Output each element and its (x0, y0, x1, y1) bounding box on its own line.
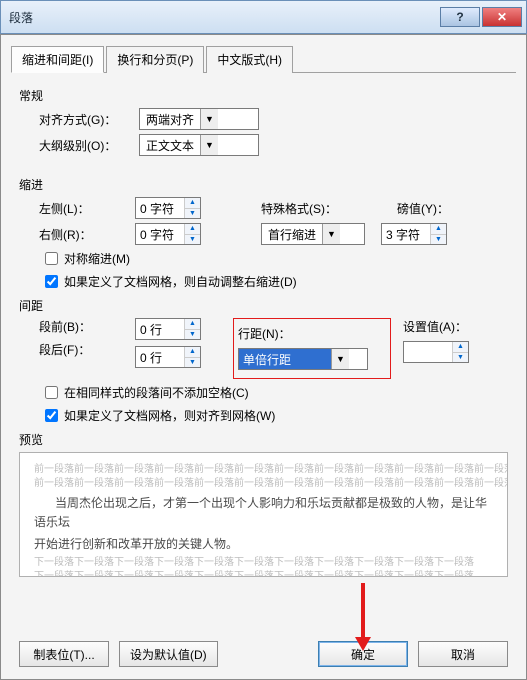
spin-up-icon[interactable]: ▲ (185, 319, 200, 330)
at-input[interactable] (404, 342, 452, 362)
group-general: 常规 (19, 87, 508, 104)
auto-adjust-checkbox[interactable] (45, 275, 58, 288)
spin-up-icon[interactable]: ▲ (185, 347, 200, 358)
close-button[interactable]: ✕ (482, 7, 522, 27)
after-spinner[interactable]: ▲▼ (135, 346, 201, 368)
mirror-indent-checkbox-row: 对称缩进(M) (41, 249, 508, 268)
before-label: 段前(B)： (39, 318, 123, 335)
spin-down-icon[interactable]: ▼ (185, 358, 200, 368)
spin-up-icon[interactable]: ▲ (185, 198, 200, 209)
spin-up-icon[interactable]: ▲ (453, 342, 468, 353)
chevron-down-icon: ▼ (200, 135, 218, 155)
titlebar: 段落 ? ✕ (0, 0, 527, 34)
spin-down-icon[interactable]: ▼ (453, 353, 468, 363)
preview-sample-line2: 开始进行创新和改革开放的关键人物。 (34, 537, 238, 551)
special-label: 特殊格式(S)： (261, 200, 361, 217)
indent-right-input[interactable] (136, 224, 184, 244)
no-space-same-style-row: 在相同样式的段落间不添加空格(C) (41, 383, 508, 402)
dialog-client: 缩进和间距(I) 换行和分页(P) 中文版式(H) 常规 对齐方式(G)： 两端… (0, 34, 527, 680)
preview-next-text: 下一段落下一段落下一段落下一段落下一段落下一段落下一段落下一段落下一段落下一段落… (34, 556, 493, 570)
chevron-down-icon: ▼ (200, 109, 218, 129)
dialog-body: 常规 对齐方式(G)： 两端对齐▼ 大纲级别(O)： 正文文本▼ 缩进 左侧(L… (1, 73, 526, 595)
at-label: 设置值(A)： (403, 318, 469, 335)
indent-left-spinner[interactable]: ▲▼ (135, 197, 201, 219)
before-input[interactable] (136, 319, 184, 339)
spin-up-icon[interactable]: ▲ (185, 224, 200, 235)
annotation-arrow-head (355, 637, 371, 651)
preview-next-text: 下一段落下一段落下一段落下一段落下一段落下一段落下一段落下一段落下一段落下一段落… (34, 570, 493, 577)
tab-line-page-breaks[interactable]: 换行和分页(P) (106, 46, 204, 73)
line-spacing-combo[interactable]: 单倍行距 ▼ (238, 348, 368, 370)
auto-adjust-checkbox-row: 如果定义了文档网格，则自动调整右缩进(D) (41, 272, 508, 291)
no-space-same-style-label: 在相同样式的段落间不添加空格(C) (64, 384, 249, 401)
group-preview: 预览 (19, 431, 508, 448)
mirror-indent-label: 对称缩进(M) (64, 250, 130, 267)
snap-grid-label: 如果定义了文档网格，则对齐到网格(W) (64, 407, 275, 424)
line-spacing-highlight: 行距(N)： 单倍行距 ▼ (233, 318, 391, 379)
tab-strip: 缩进和间距(I) 换行和分页(P) 中文版式(H) (11, 45, 516, 73)
preview-prev-text: 前一段落前一段落前一段落前一段落前一段落前一段落前一段落前一段落前一段落前一段落… (34, 463, 493, 477)
before-spinner[interactable]: ▲▼ (135, 318, 201, 340)
alignment-label: 对齐方式(G)： (39, 111, 139, 128)
snap-grid-checkbox[interactable] (45, 409, 58, 422)
indent-left-input[interactable] (136, 198, 184, 218)
by-input[interactable] (382, 224, 430, 244)
after-label: 段后(F)： (39, 341, 123, 358)
spin-down-icon[interactable]: ▼ (185, 209, 200, 219)
chevron-down-icon: ▼ (322, 224, 340, 244)
indent-right-spinner[interactable]: ▲▼ (135, 223, 201, 245)
preview-box: 前一段落前一段落前一段落前一段落前一段落前一段落前一段落前一段落前一段落前一段落… (19, 452, 508, 577)
line-spacing-label: 行距(N)： (238, 327, 291, 341)
set-default-button[interactable]: 设为默认值(D) (119, 641, 218, 667)
spin-down-icon[interactable]: ▼ (185, 235, 200, 245)
outline-label: 大纲级别(O)： (39, 137, 139, 154)
preview-prev-text: 前一段落前一段落前一段落前一段落前一段落前一段落前一段落前一段落前一段落前一段落… (34, 477, 493, 491)
auto-adjust-label: 如果定义了文档网格，则自动调整右缩进(D) (64, 273, 297, 290)
at-spinner[interactable]: ▲▼ (403, 341, 469, 363)
after-input[interactable] (136, 347, 184, 367)
no-space-same-style-checkbox[interactable] (45, 386, 58, 399)
annotation-arrow-shaft (361, 583, 365, 639)
snap-grid-row: 如果定义了文档网格，则对齐到网格(W) (41, 406, 508, 425)
indent-right-label: 右侧(R)： (39, 226, 119, 243)
help-button[interactable]: ? (440, 7, 480, 27)
window-title: 段落 (9, 9, 440, 26)
mirror-indent-checkbox[interactable] (45, 252, 58, 265)
group-spacing: 间距 (19, 297, 508, 314)
outline-combo[interactable]: 正文文本▼ (139, 134, 259, 156)
cancel-button[interactable]: 取消 (418, 641, 508, 667)
by-label: 磅值(Y)： (397, 200, 469, 217)
spin-down-icon[interactable]: ▼ (185, 330, 200, 340)
tab-indent-spacing[interactable]: 缩进和间距(I) (11, 46, 104, 73)
group-indent: 缩进 (19, 176, 508, 193)
indent-left-label: 左侧(L)： (39, 200, 119, 217)
chevron-down-icon: ▼ (331, 349, 349, 369)
spin-down-icon[interactable]: ▼ (431, 235, 446, 245)
tabs-button[interactable]: 制表位(T)... (19, 641, 109, 667)
preview-sample-line1: 当周杰伦出现之后，才第一个出现个人影响力和乐坛贡献都是极致的人物，是让华语乐坛 (34, 496, 487, 529)
alignment-combo[interactable]: 两端对齐▼ (139, 108, 259, 130)
special-combo[interactable]: 首行缩进▼ (261, 223, 365, 245)
dialog-footer: 制表位(T)... 设为默认值(D) 确定 取消 (1, 641, 526, 667)
tab-asian-typography[interactable]: 中文版式(H) (206, 46, 293, 73)
spin-up-icon[interactable]: ▲ (431, 224, 446, 235)
by-spinner[interactable]: ▲▼ (381, 223, 447, 245)
